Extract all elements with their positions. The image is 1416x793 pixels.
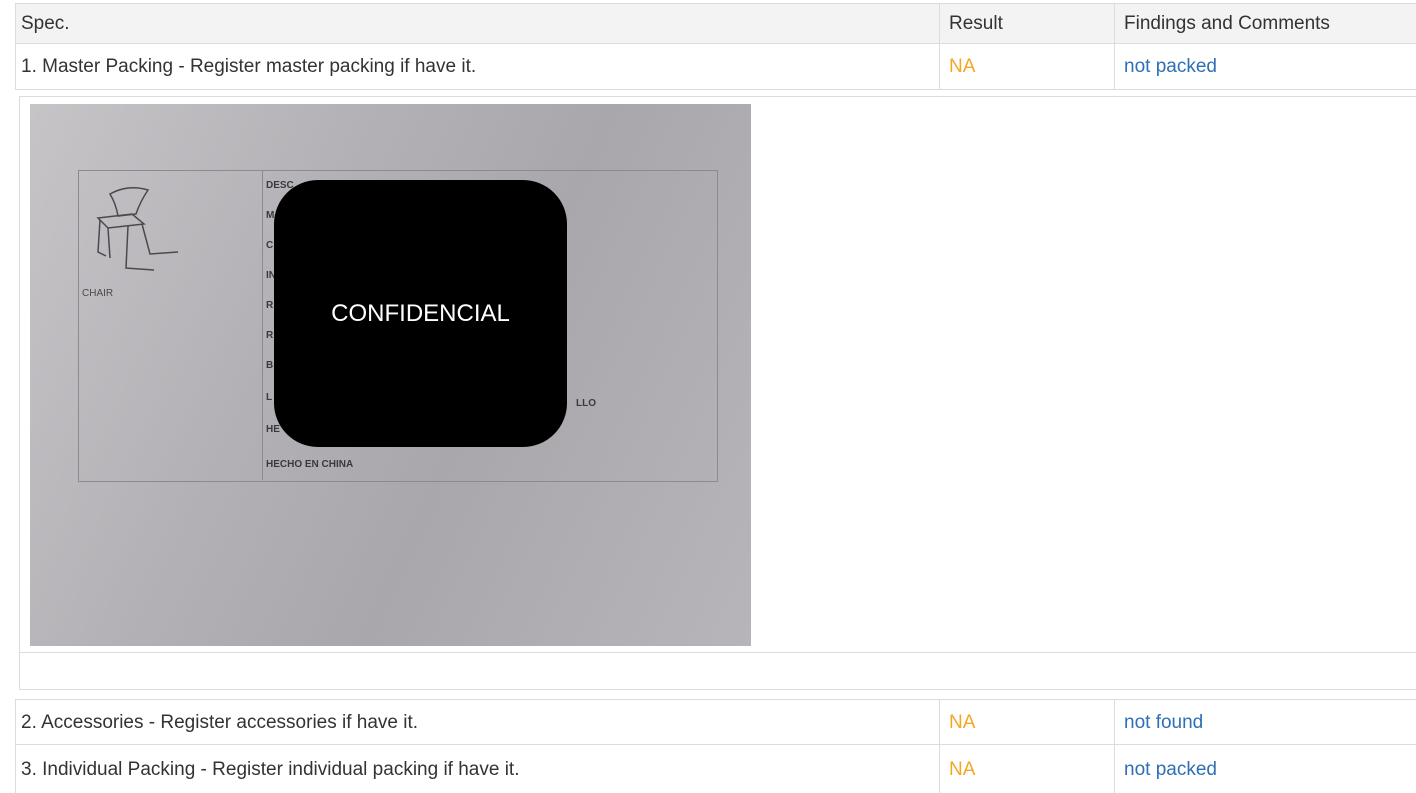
label-line: C <box>266 240 274 251</box>
header-result: Result <box>939 4 1114 43</box>
table-row-2-comment: not found <box>1124 711 1204 733</box>
divider <box>15 699 1416 700</box>
table-row-3-result: NA <box>949 758 976 780</box>
divider <box>1114 699 1115 793</box>
table-row-1-spec: 1. Master Packing - Register master pack… <box>21 56 477 77</box>
divider <box>19 652 1416 653</box>
divider <box>19 689 1416 690</box>
divider <box>15 43 1416 44</box>
packing-photo: CHAIR DESC M C IN R R B L LLO HE HECHO E… <box>30 104 751 646</box>
table-row-1-result: NA <box>949 56 976 77</box>
table-row-3-spec: 3. Individual Packing - Register individ… <box>21 758 520 780</box>
chair-caption: CHAIR <box>82 288 114 299</box>
divider <box>939 699 940 793</box>
divider <box>1114 3 1115 90</box>
divider <box>262 170 263 480</box>
label-line: B <box>266 360 274 371</box>
divider <box>15 89 1416 90</box>
divider <box>19 96 1416 97</box>
label-line: HECHO EN CHINA <box>266 459 354 470</box>
divider <box>19 96 20 690</box>
label-line: R <box>266 300 274 311</box>
header-comments: Findings and Comments <box>1114 4 1416 43</box>
header-spec: Spec. <box>15 4 939 43</box>
label-line: M <box>266 210 275 221</box>
table-row-1-comment: not packed <box>1124 56 1217 77</box>
table-row-2-result: NA <box>949 711 976 733</box>
divider <box>15 744 1416 745</box>
chair-icon <box>96 187 179 271</box>
divider <box>939 3 940 90</box>
label-line: L <box>266 392 273 403</box>
label-line: R <box>266 330 274 341</box>
divider <box>15 3 16 90</box>
divider <box>15 3 1416 4</box>
table-row-2-spec: 2. Accessories - Register accessories if… <box>21 711 419 733</box>
table-row-3-comment: not packed <box>1124 758 1217 780</box>
divider <box>15 699 16 793</box>
confidential-redaction: CONFIDENCIAL <box>274 180 567 447</box>
label-line: HE <box>266 424 280 435</box>
label-line: LLO <box>576 398 596 409</box>
